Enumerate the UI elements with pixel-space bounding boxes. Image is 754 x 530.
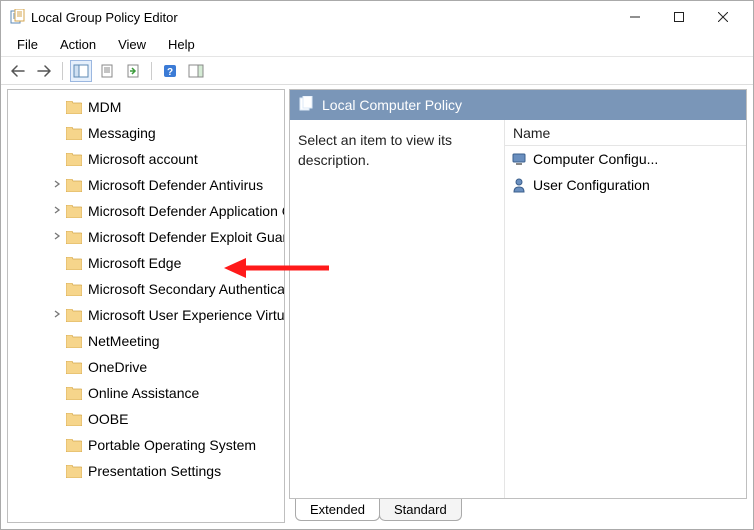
- tree-item-label: Presentation Settings: [88, 458, 221, 484]
- computer-icon: [511, 151, 527, 167]
- detail-list-item[interactable]: User Configuration: [505, 172, 746, 198]
- tree-item-label: Microsoft Defender Exploit Guard: [88, 224, 284, 250]
- folder-icon: [66, 179, 82, 192]
- expand-icon[interactable]: [52, 224, 64, 250]
- detail-pane: Local Computer Policy Select an item to …: [289, 89, 747, 499]
- folder-icon: [66, 387, 82, 400]
- tree-item[interactable]: Microsoft Defender Application Guard: [8, 198, 284, 224]
- tree-item-label: Microsoft User Experience Virtualization: [88, 302, 284, 328]
- detail-list-item-label: User Configuration: [533, 177, 650, 193]
- tree-item-label: MDM: [88, 94, 121, 120]
- folder-icon: [66, 231, 82, 244]
- tree-item[interactable]: Microsoft account: [8, 146, 284, 172]
- tree-item[interactable]: Messaging: [8, 120, 284, 146]
- window-title: Local Group Policy Editor: [31, 10, 613, 25]
- folder-icon: [66, 439, 82, 452]
- tree-item-label: Microsoft Edge: [88, 250, 181, 276]
- tree: MDMMessagingMicrosoft accountMicrosoft D…: [8, 90, 284, 488]
- tree-item-label: OOBE: [88, 406, 128, 432]
- tree-pane[interactable]: MDMMessagingMicrosoft accountMicrosoft D…: [7, 89, 285, 523]
- tree-item-label: Online Assistance: [88, 380, 199, 406]
- back-button[interactable]: [7, 60, 29, 82]
- user-icon: [511, 177, 527, 193]
- folder-icon: [66, 153, 82, 166]
- detail-column-header-name[interactable]: Name: [505, 120, 746, 146]
- detail-body: Select an item to view its description. …: [290, 120, 746, 498]
- export-list-button[interactable]: [122, 60, 144, 82]
- tab-standard[interactable]: Standard: [379, 499, 462, 521]
- menu-help[interactable]: Help: [158, 35, 205, 54]
- tree-item[interactable]: Presentation Settings: [8, 458, 284, 484]
- title-bar: Local Group Policy Editor: [1, 1, 753, 33]
- detail-list-item[interactable]: Computer Configu...: [505, 146, 746, 172]
- detail-header-icon: [298, 96, 314, 115]
- expand-icon[interactable]: [52, 172, 64, 198]
- tree-item-label: Microsoft Secondary Authentication Facto…: [88, 276, 284, 302]
- tree-item[interactable]: OOBE: [8, 406, 284, 432]
- tree-item[interactable]: NetMeeting: [8, 328, 284, 354]
- menu-file[interactable]: File: [7, 35, 48, 54]
- folder-icon: [66, 127, 82, 140]
- close-button[interactable]: [701, 3, 745, 31]
- expand-icon[interactable]: [52, 198, 64, 224]
- tree-item[interactable]: MDM: [8, 94, 284, 120]
- main-window: Local Group Policy Editor File Action Vi…: [0, 0, 754, 530]
- tree-item-label: Microsoft account: [88, 146, 198, 172]
- right-pane: Local Computer Policy Select an item to …: [289, 89, 747, 523]
- tree-item[interactable]: Portable Operating System: [8, 432, 284, 458]
- tree-item-label: Microsoft Defender Application Guard: [88, 198, 284, 224]
- properties-button[interactable]: [96, 60, 118, 82]
- detail-list-item-label: Computer Configu...: [533, 151, 658, 167]
- tree-item[interactable]: Microsoft Defender Antivirus: [8, 172, 284, 198]
- maximize-button[interactable]: [657, 3, 701, 31]
- detail-header-title: Local Computer Policy: [322, 97, 462, 113]
- expand-icon[interactable]: [52, 302, 64, 328]
- folder-icon: [66, 413, 82, 426]
- detail-list: Name Computer Configu... User Configurati…: [504, 120, 746, 498]
- tree-item[interactable]: Microsoft Edge: [8, 250, 284, 276]
- tree-item-label: Messaging: [88, 120, 156, 146]
- help-button[interactable]: ?: [159, 60, 181, 82]
- minimize-button[interactable]: [613, 3, 657, 31]
- folder-icon: [66, 361, 82, 374]
- tree-item[interactable]: OneDrive: [8, 354, 284, 380]
- tabs: Extended Standard: [289, 499, 747, 523]
- toolbar: ?: [1, 57, 753, 85]
- folder-icon: [66, 205, 82, 218]
- forward-button[interactable]: [33, 60, 55, 82]
- tree-pane-toggle-button[interactable]: [70, 60, 92, 82]
- tree-item[interactable]: Microsoft Defender Exploit Guard: [8, 224, 284, 250]
- app-icon: [9, 9, 25, 25]
- folder-icon: [66, 309, 82, 322]
- action-pane-button[interactable]: [185, 60, 207, 82]
- content-area: MDMMessagingMicrosoft accountMicrosoft D…: [1, 85, 753, 529]
- menu-view[interactable]: View: [108, 35, 156, 54]
- svg-text:?: ?: [167, 67, 173, 78]
- folder-icon: [66, 335, 82, 348]
- toolbar-separator: [62, 62, 63, 80]
- tree-item-label: Portable Operating System: [88, 432, 256, 458]
- tree-item-label: NetMeeting: [88, 328, 160, 354]
- toolbar-separator: [151, 62, 152, 80]
- menu-bar: File Action View Help: [1, 33, 753, 57]
- folder-icon: [66, 101, 82, 114]
- folder-icon: [66, 283, 82, 296]
- tree-item-label: OneDrive: [88, 354, 147, 380]
- tree-item[interactable]: Microsoft Secondary Authentication Facto…: [8, 276, 284, 302]
- menu-action[interactable]: Action: [50, 35, 106, 54]
- tab-extended[interactable]: Extended: [295, 499, 380, 521]
- tree-item-label: Microsoft Defender Antivirus: [88, 172, 263, 198]
- tree-item[interactable]: Online Assistance: [8, 380, 284, 406]
- detail-header: Local Computer Policy: [290, 90, 746, 120]
- folder-icon: [66, 257, 82, 270]
- tree-item[interactable]: Microsoft User Experience Virtualization: [8, 302, 284, 328]
- detail-description: Select an item to view its description.: [290, 120, 504, 498]
- folder-icon: [66, 465, 82, 478]
